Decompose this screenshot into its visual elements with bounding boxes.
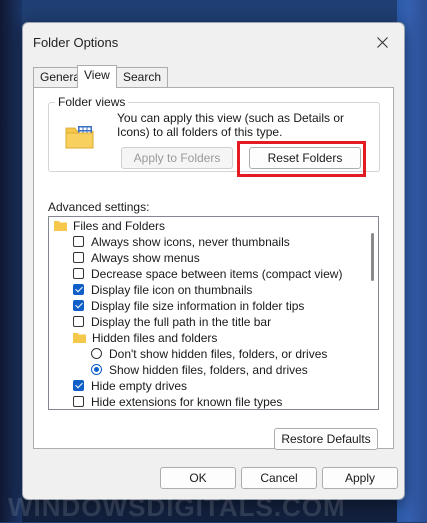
checkbox-unchecked[interactable] [73, 236, 84, 248]
scrollbar-thumb[interactable] [371, 233, 374, 281]
advanced-settings-list[interactable]: Files and Folders Always show icons, nev… [48, 216, 379, 410]
window-title: Folder Options [33, 35, 119, 50]
checkbox-unchecked[interactable] [73, 268, 84, 280]
checkbox-unchecked[interactable] [73, 316, 84, 328]
ok-button[interactable]: OK [160, 467, 236, 489]
cancel-button[interactable]: Cancel [241, 467, 317, 489]
close-icon [376, 36, 388, 48]
folder-icon [73, 332, 86, 343]
view-tab-panel: Folder views You can apply this view (su… [33, 87, 394, 450]
option-always-show-menus[interactable]: Always show menus [73, 250, 200, 266]
checkbox-checked[interactable] [73, 300, 84, 312]
folder-icon [54, 220, 67, 231]
title-bar: Folder Options [23, 23, 404, 61]
reset-folders-button[interactable]: Reset Folders [249, 147, 361, 169]
checkbox-unchecked[interactable] [73, 252, 84, 264]
restore-defaults-button[interactable]: Restore Defaults [274, 428, 378, 450]
folder-views-legend: Folder views [55, 95, 129, 109]
apply-button[interactable]: Apply [322, 467, 398, 489]
option-always-show-icons[interactable]: Always show icons, never thumbnails [73, 234, 290, 250]
option-dont-show-hidden[interactable]: Don't show hidden files, folders, or dri… [91, 346, 327, 362]
apply-to-folders-button[interactable]: Apply to Folders [121, 147, 233, 169]
tab-view[interactable]: View [77, 65, 117, 88]
advanced-settings-label: Advanced settings: [48, 200, 150, 214]
folder-views-description: You can apply this view (such as Details… [117, 111, 345, 139]
tree-folder-files-and-folders[interactable]: Files and Folders [54, 218, 165, 234]
radio-selected[interactable] [91, 364, 102, 376]
desktop-background-left [0, 0, 22, 522]
option-hide-extensions[interactable]: Hide extensions for known file types [73, 394, 282, 409]
radio-unselected[interactable] [91, 348, 102, 360]
option-display-file-size-info[interactable]: Display file size information in folder … [73, 298, 304, 314]
option-show-hidden[interactable]: Show hidden files, folders, and drives [91, 362, 308, 378]
folder-views-icon [65, 126, 94, 149]
option-display-file-icon-on-thumbnails[interactable]: Display file icon on thumbnails [73, 282, 252, 298]
tree-folder-hidden-files[interactable]: Hidden files and folders [73, 330, 217, 346]
option-hide-empty-drives[interactable]: Hide empty drives [73, 378, 187, 394]
folder-views-group: Folder views You can apply this view (su… [48, 95, 380, 172]
close-button[interactable] [370, 30, 394, 54]
option-compact-view[interactable]: Decrease space between items (compact vi… [73, 266, 342, 282]
watermark-text: WINDOWSDIGITALS.COM [8, 492, 346, 522]
option-display-full-path[interactable]: Display the full path in the title bar [73, 314, 271, 330]
checkbox-checked[interactable] [73, 380, 84, 392]
tab-search[interactable]: Search [116, 67, 168, 87]
folder-options-dialog: Folder Options General View Search Folde… [22, 22, 405, 500]
checkbox-unchecked[interactable] [73, 396, 84, 408]
checkbox-checked[interactable] [73, 284, 84, 296]
tab-general[interactable]: General [33, 67, 83, 87]
